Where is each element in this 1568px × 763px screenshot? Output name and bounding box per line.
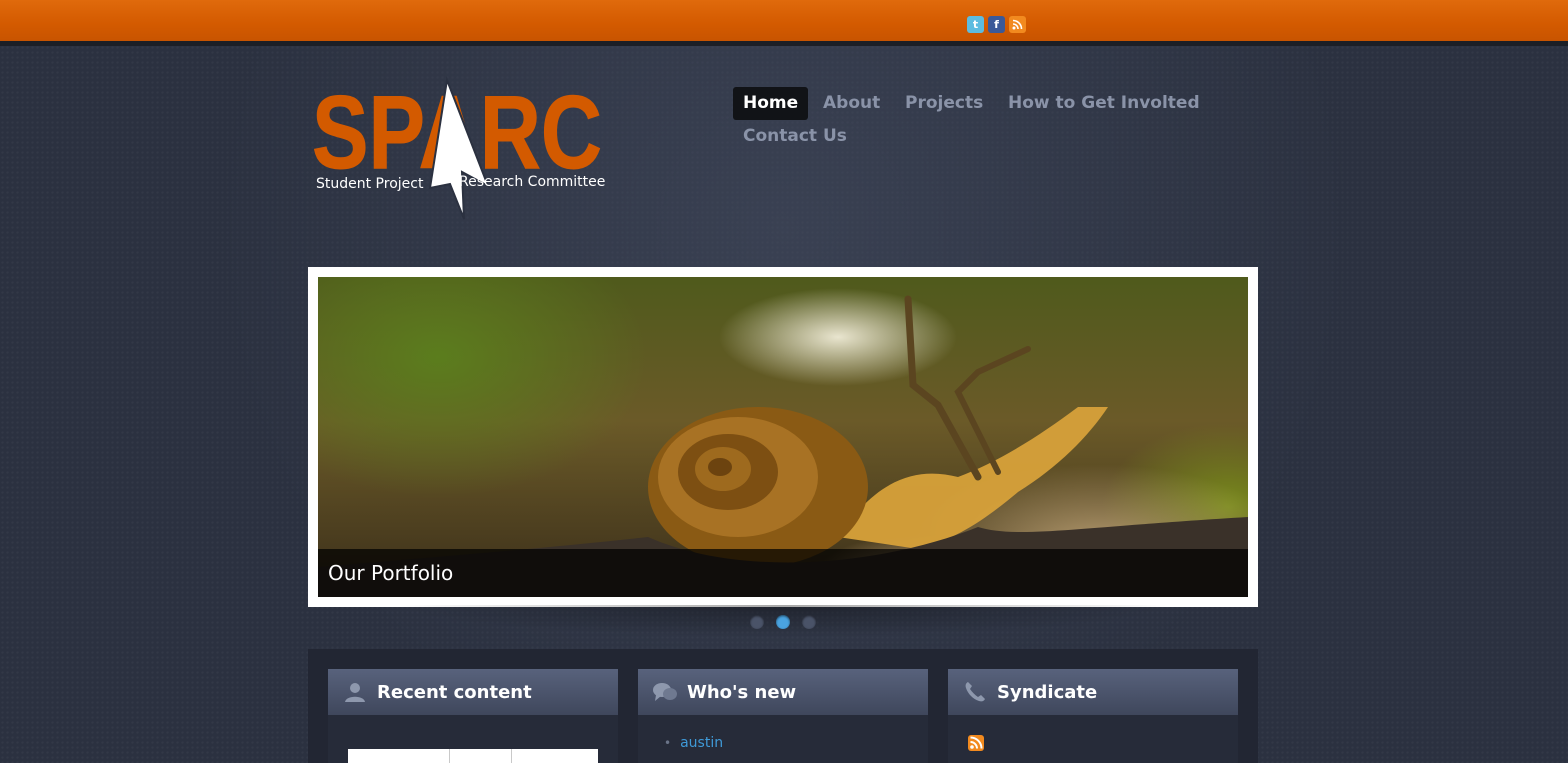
slider-dot-1[interactable] <box>750 615 764 629</box>
block-header: Who's new <box>638 669 928 715</box>
top-bar: t f <box>0 0 1568 46</box>
logo-left-text: Student Project <box>316 176 424 192</box>
social-links: t f <box>967 16 1026 33</box>
phone-icon <box>962 679 988 705</box>
slider-dot-3[interactable] <box>802 615 816 629</box>
user-icon <box>342 679 368 705</box>
slideshow[interactable]: Our Portfolio <box>308 267 1258 607</box>
recent-content-table <box>348 749 598 763</box>
new-users-list: austin <box>664 735 723 751</box>
nav-projects[interactable]: Projects <box>895 87 993 120</box>
chat-bubbles-icon <box>652 679 678 705</box>
block-syndicate: Syndicate <box>948 669 1238 763</box>
list-item: austin <box>664 735 723 751</box>
nav-contact-us[interactable]: Contact Us <box>733 120 857 153</box>
block-recent-content: Recent content <box>328 669 618 763</box>
user-link[interactable]: austin <box>680 735 723 751</box>
nav-home[interactable]: Home <box>733 87 809 120</box>
nav-how-to-get-involved[interactable]: How to Get Involted <box>998 87 1210 120</box>
rss-icon[interactable] <box>1009 16 1026 33</box>
logo-right-text: Research Committee <box>459 174 605 190</box>
slide-image: Our Portfolio <box>318 277 1248 597</box>
block-title: Who's new <box>687 681 797 703</box>
nav-about[interactable]: About <box>813 87 890 120</box>
block-header: Recent content <box>328 669 618 715</box>
slide-caption: Our Portfolio <box>318 549 1248 597</box>
footer-blocks: Recent content Who's new austin <box>308 649 1258 763</box>
block-title: Syndicate <box>997 681 1098 703</box>
rss-feed-icon[interactable] <box>968 735 984 751</box>
site-logo[interactable]: SPARC Student Project Research Committee <box>312 76 612 226</box>
slider-pager <box>750 615 816 629</box>
slider-dot-2[interactable] <box>776 615 790 629</box>
block-header: Syndicate <box>948 669 1238 715</box>
block-title: Recent content <box>377 681 532 703</box>
block-whos-new: Who's new austin <box>638 669 928 763</box>
twitter-icon[interactable]: t <box>967 16 984 33</box>
facebook-icon[interactable]: f <box>988 16 1005 33</box>
